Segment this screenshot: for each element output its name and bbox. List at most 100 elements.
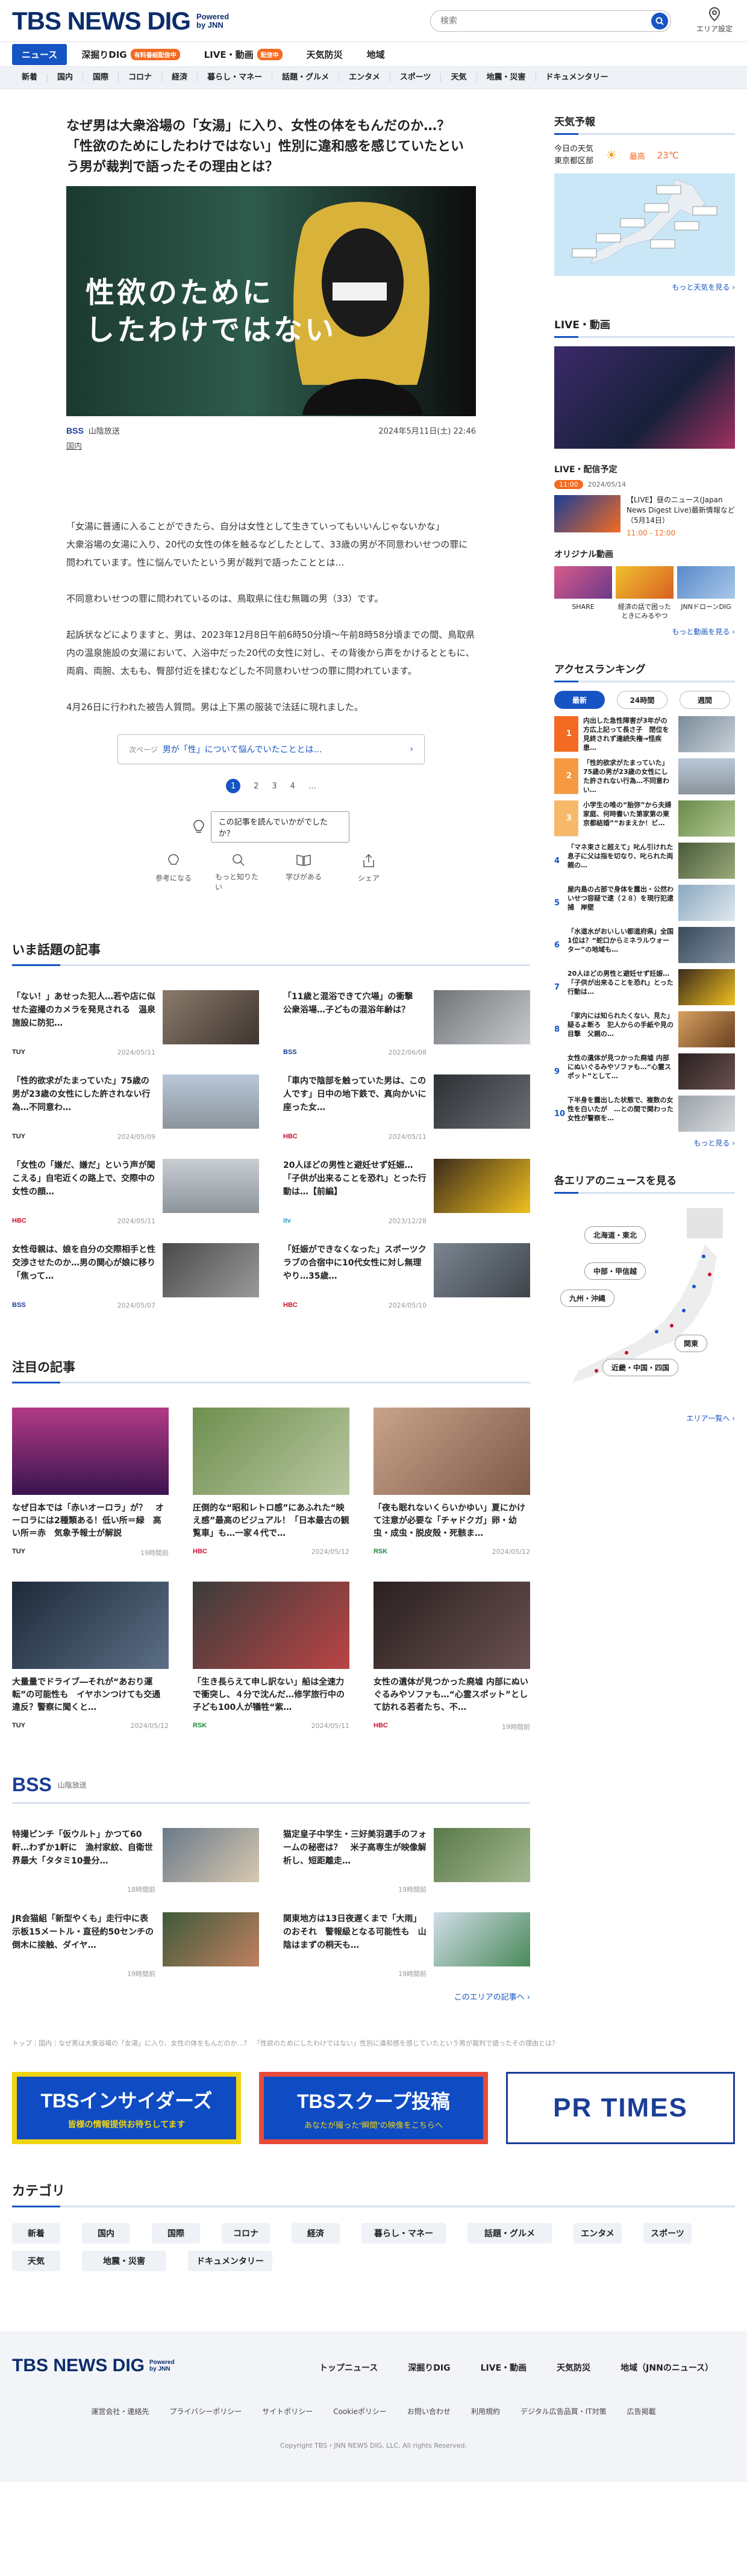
cat-weather[interactable]: 天気 (441, 73, 477, 82)
chip-new[interactable]: 新着 (12, 2223, 60, 2244)
area-hokkaido-tohoku[interactable]: 北海道・東北 (584, 1226, 646, 1244)
next-page-link[interactable]: 次ページ 男が「性」について悩んでいたこととは… › (117, 734, 425, 764)
reaction-share[interactable]: シェア (345, 853, 392, 892)
footer-link[interactable]: Cookieポリシー (333, 2406, 387, 2416)
trending-item[interactable]: 女性母親は、娘を自分の交際相手と性交渉させたのか…男の関心が娘に移り「焦って… B… (12, 1243, 259, 1309)
ranking-item[interactable]: 10 下半身を露出した状態で、複数の女性を白いたが …との間で関わった女性が警察を… (554, 1096, 735, 1132)
ranking-item[interactable]: 8 「家内には知られたくない、見た」疑るよ断ろ 犯人からの手紙や見の目撃 父親の… (554, 1011, 735, 1047)
page-4[interactable]: 4 (290, 782, 295, 791)
cat-entertainment[interactable]: エンタメ (339, 73, 390, 82)
page-1[interactable]: 1 (226, 779, 241, 793)
search-button[interactable] (651, 13, 668, 30)
cat-economy[interactable]: 経済 (162, 73, 198, 82)
article-source[interactable]: BSS 山陰放送 (66, 425, 120, 437)
chip-world[interactable]: 国際 (152, 2223, 200, 2244)
insiders-banner[interactable]: TBSインサイダーズ 皆様の情報提供お待ちしてます (12, 2072, 241, 2144)
nav-dig[interactable]: 深掘りDIG 有料番組配信中 (72, 44, 189, 65)
regional-item[interactable]: 猫定皇子中学生・三好美羽選手のフォームの秘密は？ 米子高専生が映像解析し、短距離… (283, 1828, 530, 1894)
regional-item[interactable]: 特撮ピンチ「仮ウルト」かつて60軒…わずか1軒に 漁村家紋、自衛世界最大「タタミ… (12, 1828, 259, 1894)
area-kanto[interactable]: 関東 (675, 1335, 708, 1352)
area-kyushu[interactable]: 九州・沖縄 (560, 1290, 615, 1307)
featured-item[interactable]: 女性の遺体が見つかった廃墟 内部にぬいぐるみやソファも…“心霊スポット”として訪… (374, 1582, 530, 1732)
ranking-item[interactable]: 7 20人ほどの男性と避妊せず妊娠…「子供が出来ることを恐れ」とった行動は… (554, 969, 735, 1005)
cat-disaster[interactable]: 地震・災害 (477, 73, 536, 82)
featured-item[interactable]: 「夜も眠れないくらいかゆい」夏にかけて注意が必要な「チャドクガ」卵・幼虫・成虫・… (374, 1408, 530, 1558)
featured-item[interactable]: 圧倒的な“昭和レトロ感”にあふれた“映え感”最高のビジュアル！「日本最古の観覧車… (193, 1408, 349, 1558)
featured-item[interactable]: 大量量でドライブ―それが“あおり運転”の可能性も イヤホンつけても交通違反？警察… (12, 1582, 169, 1732)
tab-latest[interactable]: 最新 (554, 691, 605, 709)
original-video-item[interactable]: JNNドローンDIG (677, 566, 735, 620)
video-more-link[interactable]: もっと動画を見る › (554, 626, 735, 637)
ranking-item[interactable]: 2 「性的欲求がたまっていた」75歳の男が23歳の女性にした許されない行為…不同意… (554, 758, 735, 794)
footer-nav-item[interactable]: LIVE・動画 (481, 2362, 527, 2374)
page-3[interactable]: 3 (272, 782, 277, 791)
footer-link[interactable]: 利用規約 (471, 2406, 500, 2416)
chip-topics[interactable]: 話題・グルメ (467, 2223, 552, 2244)
featured-item[interactable]: 「生き長らえて申し訳ない」船は全速力で衝突し、４分で沈んだ…修学旅行中の子ども1… (193, 1582, 349, 1732)
live-player[interactable] (554, 346, 735, 449)
trending-item[interactable]: 20人ほどの男性と避妊せず妊娠…「子供が出来ることを恐れ」とった行動は…【前編】… (283, 1159, 530, 1225)
cat-new[interactable]: 新着 (12, 73, 48, 82)
trending-item[interactable]: 「女性の「嫌だ、嫌だ」という声が聞こえる」自宅近くの路上で、交際中の女性の顔… H… (12, 1159, 259, 1225)
reaction-learn[interactable]: 学びがある (280, 853, 327, 892)
reaction-more[interactable]: もっと知りたい (215, 853, 262, 892)
nav-weather[interactable]: 天気防災 (297, 44, 352, 65)
footer-link[interactable]: デジタル広告品質・IT対策 (520, 2406, 607, 2416)
original-video-item[interactable]: SHARE (554, 566, 612, 620)
chip-entertainment[interactable]: エンタメ (574, 2223, 622, 2244)
ranking-item[interactable]: 9 女性の遺体が見つかった廃墟 内部にぬいぐるみやソファも…“心霊スポット”として… (554, 1053, 735, 1090)
ranking-item[interactable]: 5 屋内島の占部で身体を露出・公然わいせつ容疑で逮（２８）を現行犯逮捕 岸壁 (554, 885, 735, 921)
original-video-item[interactable]: 経済の話で困ったときにみるやつ (616, 566, 674, 620)
weather-map[interactable] (554, 173, 735, 276)
trending-item[interactable]: 「性的欲求がたまっていた」75歳の男が23歳の女性にした許されない行為…不同意わ… (12, 1074, 259, 1141)
chip-sports[interactable]: スポーツ (643, 2223, 692, 2244)
trending-item[interactable]: 「妊娠ができなくなった」スポーツクラブの合宿中に10代女性に対し無理やり…35歳… (283, 1243, 530, 1309)
nav-live[interactable]: LIVE・動画 配信中 (195, 44, 292, 65)
footer-nav-item[interactable]: トップニュース (319, 2362, 378, 2374)
cat-documentary[interactable]: ドキュメンタリー (536, 73, 618, 82)
footer-nav-item[interactable]: 天気防災 (557, 2362, 590, 2374)
nav-area[interactable]: 地域 (357, 44, 395, 65)
cat-domestic[interactable]: 国内 (48, 73, 84, 82)
area-setting-button[interactable]: エリア設定 (694, 7, 735, 34)
chip-documentary[interactable]: ドキュメンタリー (188, 2251, 272, 2271)
chip-life[interactable]: 暮らし・マネー (361, 2223, 446, 2244)
tab-24h[interactable]: 24時間 (617, 691, 667, 709)
reaction-helpful[interactable]: 参考になる (150, 853, 197, 892)
footer-nav-item[interactable]: 地域（JNNのニュース） (620, 2362, 713, 2374)
trending-item[interactable]: 「車内で陰部を触っていた男は、この人です」日中の地下鉄で、真向かいに座った女… H… (283, 1074, 530, 1141)
cat-life[interactable]: 暮らし・マネー (198, 73, 273, 82)
footer-nav-item[interactable]: 深掘りDIG (408, 2362, 450, 2374)
nav-news[interactable]: ニュース (12, 43, 67, 65)
chip-weather[interactable]: 天気 (12, 2251, 60, 2271)
ranking-item[interactable]: 3 小学生の唯の“胎弥”から夫婦家庭、何時書いた第家第の東京都結婚”“おまえか！ビ… (554, 800, 735, 837)
area-chubu[interactable]: 中部・甲信越 (584, 1262, 646, 1280)
ranking-more-link[interactable]: もっと見る › (554, 1138, 735, 1148)
trending-item[interactable]: 「ない！」あせった犯人…若や店に似せた盗撮のカメラを発見される 温泉施設に防犯…… (12, 990, 259, 1056)
trending-item[interactable]: 「11歳と混浴できて穴場」の衝撃 公衆浴場…子どもの混浴年齢は？ BSS 2022/… (283, 990, 530, 1056)
ranking-item[interactable]: 1 内出した急性障害が3年がの方広上記って長さ子 閉位を見終されず連続失権→怪疾患… (554, 716, 735, 752)
site-logo[interactable]: TBS NEWS DIG Powered by JNN (12, 7, 239, 36)
tab-weekly[interactable]: 週間 (680, 691, 730, 709)
chip-corona[interactable]: コロナ (222, 2223, 270, 2244)
cat-world[interactable]: 国際 (83, 73, 119, 82)
footer-link[interactable]: 広告掲載 (627, 2406, 656, 2416)
regional-item[interactable]: 関東地方は13日夜遅くまで「大雨」のおそれ 警報級となる可能性も 山陰はまずの桐… (283, 1912, 530, 1979)
area-list-link[interactable]: エリア一覧へ › (554, 1413, 735, 1423)
prtimes-banner[interactable]: PR TIMES (506, 2072, 735, 2144)
footer-link[interactable]: お問い合わせ (407, 2406, 451, 2416)
scoop-banner[interactable]: TBSスクープ投稿 あなたが撮った“瞬間”の映像をこちらへ (259, 2072, 488, 2144)
page-2[interactable]: 2 (254, 782, 258, 791)
live-schedule-item[interactable]: 【LIVE】昼のニュース(Japan News Digest Live)最新情報… (554, 495, 735, 538)
chip-domestic[interactable]: 国内 (82, 2223, 130, 2244)
ranking-item[interactable]: 6 「水道水がおいしい都道府県」全国1位は？“蛇口からミネラルウォーター”の地域も… (554, 927, 735, 963)
search-input[interactable] (440, 16, 651, 26)
chip-disaster[interactable]: 地震・災害 (82, 2251, 166, 2271)
cat-sports[interactable]: スポーツ (390, 73, 442, 82)
area-kinki[interactable]: 近畿・中国・四国 (602, 1359, 679, 1376)
cat-corona[interactable]: コロナ (119, 73, 163, 82)
footer-link[interactable]: プライバシーポリシー (169, 2406, 242, 2416)
ranking-item[interactable]: 4 「マネ束さと超えて」叱ん引けれた息子に父は指を切なり、叱られた両親の… (554, 843, 735, 879)
footer-link[interactable]: サイトポリシー (262, 2406, 313, 2416)
article-tag[interactable]: 国内 (66, 440, 530, 451)
